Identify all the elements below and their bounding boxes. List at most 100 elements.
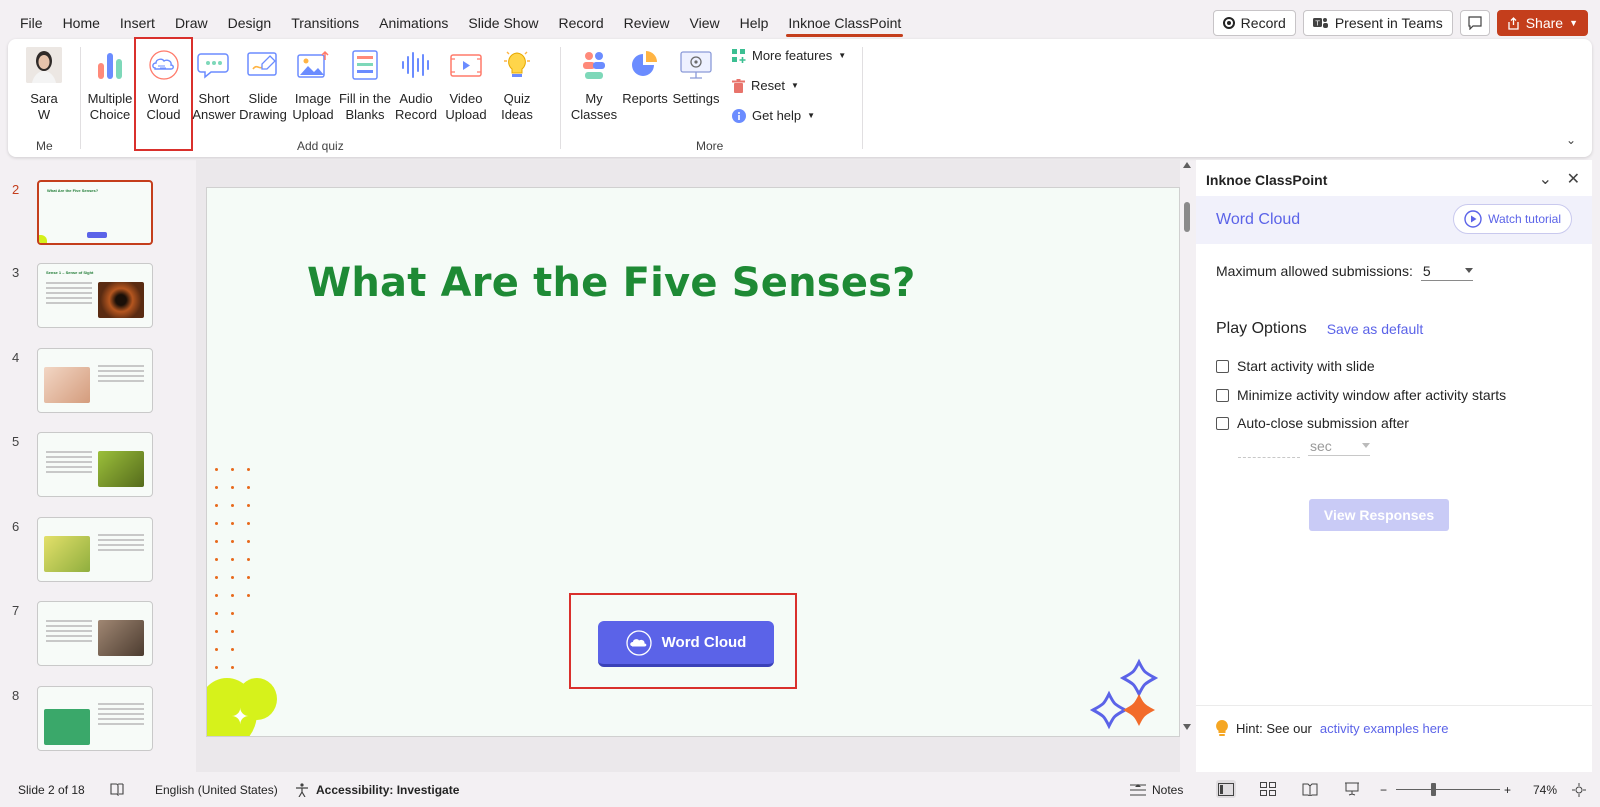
minimize-window-checkbox[interactable] [1216,388,1229,402]
tab-home[interactable]: Home [53,9,110,37]
reading-view-icon[interactable] [1300,780,1320,798]
auto-close-label: Auto-close submission after [1237,415,1409,431]
reports-button[interactable]: Reports [622,47,668,131]
tab-slide-show[interactable]: Slide Show [458,9,548,37]
start-with-slide-checkbox[interactable] [1216,359,1229,373]
tab-record[interactable]: Record [548,9,613,37]
decorative-dot [231,558,234,561]
notes-button[interactable]: Notes [1130,783,1183,797]
thumbnail-image [37,517,153,582]
tab-review[interactable]: Review [614,9,680,37]
decorative-dot [247,522,250,525]
decorative-dot [231,630,234,633]
tab-animations[interactable]: Animations [369,9,458,37]
decorative-dot [215,522,218,525]
video-upload-icon [448,47,484,83]
thumbnail-slide-4[interactable]: 4 [0,348,190,416]
get-help-button[interactable]: Get help ▼ [732,108,815,123]
tab-insert[interactable]: Insert [110,9,165,37]
zoom-in-button[interactable]: + [1504,783,1511,797]
thumbnail-image: Sense 1 – Sense of Sight [37,263,153,328]
quiz-ideas-button[interactable]: Quiz Ideas [498,47,536,131]
tab-design[interactable]: Design [218,9,282,37]
reset-button[interactable]: Reset ▼ [732,78,799,93]
thumbnail-slide-8[interactable]: 8 [0,686,190,754]
thumbnail-slide-5[interactable]: 5 [0,432,190,500]
thumbnail-slide-6[interactable]: 6 [0,517,190,585]
tab-view[interactable]: View [680,9,730,37]
classpoint-pane: Inknoe ClassPoint ⌄ ✕ Word Cloud Watch t… [1196,160,1592,772]
thumbnail-number: 2 [12,182,20,197]
save-as-default-link[interactable]: Save as default [1327,321,1424,337]
slide-canvas[interactable]: What Are the Five Senses? ✦ Word Cloud [206,187,1180,737]
view-responses-button[interactable]: View Responses [1309,499,1449,531]
tab-draw[interactable]: Draw [165,9,218,37]
word-cloud-button[interactable]: Word Cloud [134,37,193,151]
zoom-out-button[interactable]: − [1380,783,1387,797]
max-submissions-select[interactable]: 5 [1420,261,1473,281]
activity-examples-link[interactable]: activity examples here [1320,721,1449,736]
image-upload-button[interactable]: Image Upload [290,47,336,131]
multiple-choice-button[interactable]: Multiple Choice [87,47,133,131]
accessibility-button[interactable]: Accessibility: Investigate [294,783,459,797]
fit-to-window-icon[interactable] [1572,783,1586,797]
tab-transitions[interactable]: Transitions [281,9,369,37]
video-upload-button[interactable]: Video Upload [442,47,490,131]
tab-file[interactable]: File [10,9,53,37]
thumbnail-slide-2[interactable]: 2 What Are the Five Senses? [0,180,190,248]
zoom-level[interactable]: 74% [1533,783,1557,797]
slide-word-cloud-button[interactable]: Word Cloud [598,621,774,667]
zoom-slider-handle[interactable] [1431,783,1436,796]
thumbnail-image [37,432,153,497]
watch-tutorial-button[interactable]: Watch tutorial [1453,204,1572,234]
audio-record-icon [398,47,434,83]
tab-inknoe-classpoint[interactable]: Inknoe ClassPoint [778,9,911,37]
quiz-ideas-label: Quiz Ideas [501,91,533,122]
language-indicator[interactable]: English (United States) [155,783,278,797]
chevron-down-icon: ▼ [1569,18,1578,28]
decorative-dot [247,468,250,471]
decorative-dot [215,558,218,561]
thumbnail-image [37,348,153,413]
spelling-check-book-icon[interactable] [110,783,124,796]
decorative-dot [231,540,234,543]
share-button[interactable]: Share ▼ [1496,10,1588,36]
auto-close-checkbox[interactable] [1216,416,1229,430]
audio-record-button[interactable]: Audio Record [393,47,439,131]
slide-sorter-view-icon[interactable] [1258,780,1278,798]
slide-drawing-button[interactable]: Slide Drawing [239,47,287,131]
slide-show-view-icon[interactable] [1342,780,1362,798]
ribbon-collapse-chevron-icon[interactable]: ⌄ [1566,133,1576,147]
decorative-dot [215,648,218,651]
normal-view-icon[interactable] [1216,780,1236,798]
fill-in-the-blanks-button[interactable]: Fill in the Blanks [337,47,393,131]
play-options-row: Play Options Save as default [1216,320,1423,338]
tab-help[interactable]: Help [730,9,779,37]
thumbnail-slide-3[interactable]: 3 Sense 1 – Sense of Sight [0,263,190,331]
status-bar: Slide 2 of 18 English (United States) Ac… [0,772,1600,807]
user-profile-button[interactable]: Sara W [26,47,62,131]
option-minimize-window[interactable]: Minimize activity window after activity … [1216,387,1506,403]
present-in-teams-button[interactable]: T Present in Teams [1302,10,1453,36]
slide-scrollbar[interactable] [1180,160,1194,772]
auto-close-unit-select[interactable]: sec [1308,436,1370,456]
max-submissions-value: 5 [1422,262,1431,279]
pane-options-chevron-icon[interactable]: ⌄ [1539,169,1552,189]
option-auto-close[interactable]: Auto-close submission after [1216,415,1409,431]
zoom-slider[interactable] [1396,789,1500,790]
short-answer-button[interactable]: Short Answer [192,47,236,131]
slide-title[interactable]: What Are the Five Senses? [307,260,916,306]
activity-title: Word Cloud [1216,211,1301,228]
settings-button[interactable]: Settings [672,47,720,131]
auto-close-duration-input[interactable] [1238,457,1300,458]
comments-button[interactable] [1459,10,1490,36]
record-button[interactable]: Record [1212,10,1296,36]
avatar [26,47,62,83]
close-icon[interactable]: ✕ [1567,169,1580,189]
option-start-with-slide[interactable]: Start activity with slide [1216,358,1375,374]
more-features-button[interactable]: More features ▼ [732,48,846,63]
thumbnail-number: 5 [12,434,20,449]
thumbnail-slide-7[interactable]: 7 [0,601,190,669]
my-classes-button[interactable]: My Classes [571,47,617,131]
svg-text:T: T [1314,20,1320,28]
